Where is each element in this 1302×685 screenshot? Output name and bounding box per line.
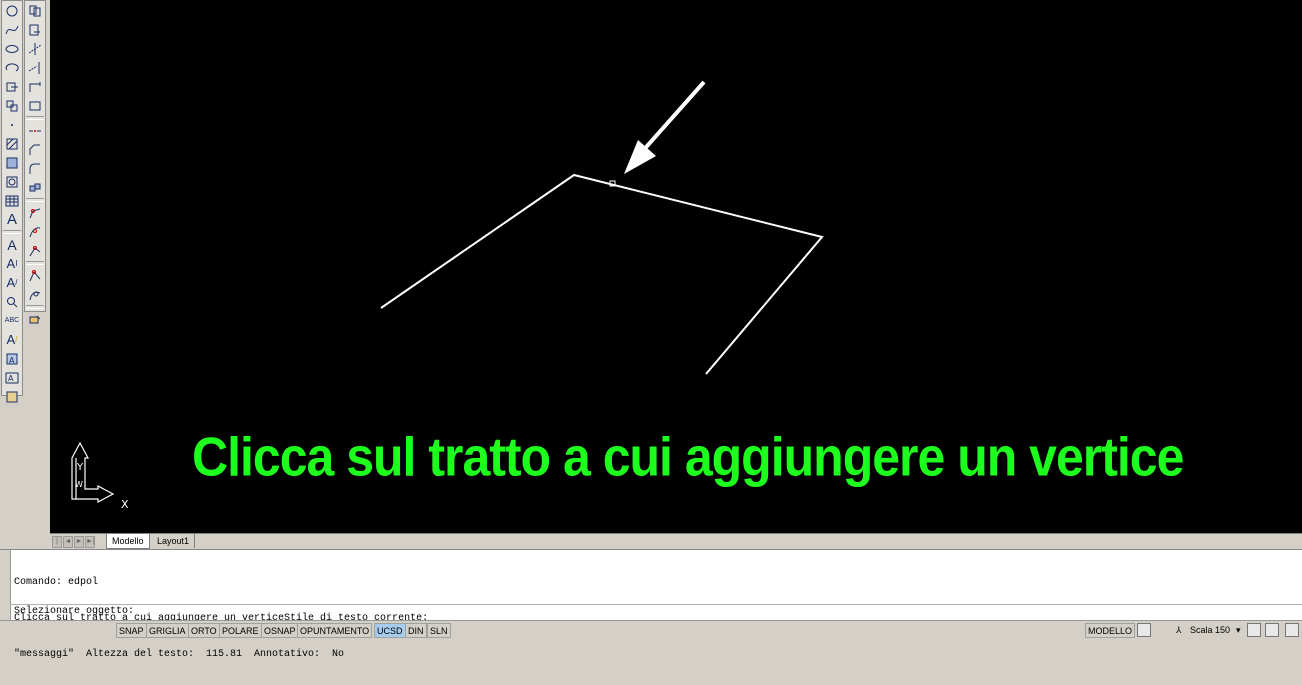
layout-tabs-bar: |◄ ◄ ► ►| Modello Layout1	[50, 533, 1302, 555]
arrow-head	[624, 140, 656, 174]
ellipse-icon[interactable]	[3, 40, 21, 57]
ellipse-arc-icon[interactable]	[3, 59, 21, 76]
circle-icon[interactable]	[3, 2, 21, 19]
left-toolbar: A A AI A / ABC A / A A	[0, 0, 50, 548]
tab-last-icon[interactable]: ►|	[85, 536, 95, 548]
text-style-icon[interactable]: A /	[3, 274, 21, 291]
snap-toggle[interactable]: SNAP	[116, 623, 147, 638]
tab-prev-icon[interactable]: ◄	[63, 536, 73, 548]
model-space-toggle[interactable]: MODELLO	[1085, 623, 1136, 638]
insert-block-icon[interactable]	[3, 78, 21, 95]
command-history-line: Comando: edpol	[14, 577, 99, 588]
osnap-toggle[interactable]: OSNAP	[261, 623, 299, 638]
din-toggle[interactable]: DIN	[405, 623, 427, 638]
chamfer-icon[interactable]	[26, 141, 44, 158]
table-icon[interactable]	[3, 192, 21, 209]
point-icon[interactable]	[3, 116, 21, 133]
hatch-icon[interactable]	[3, 135, 21, 152]
fillet-icon[interactable]	[26, 160, 44, 177]
drawing-canvas[interactable]: Y W X Clicca sul tratto a cui aggiungere…	[50, 0, 1302, 533]
multiline-text-icon[interactable]: A	[3, 211, 21, 228]
multiline-attr-icon[interactable]: A	[3, 369, 21, 386]
ucs-x-label: X	[121, 498, 129, 511]
workspace-gear-icon[interactable]	[1285, 623, 1299, 637]
instruction-text: Clicca sul tratto a cui aggiungere un ve…	[192, 426, 1184, 488]
modify-toolbar	[24, 0, 46, 323]
tab-layout1[interactable]: Layout1	[152, 534, 196, 548]
spline-edit-icon[interactable]	[26, 223, 44, 240]
break-icon[interactable]	[26, 78, 44, 95]
extend-icon[interactable]	[26, 59, 44, 76]
polyline-edit-icon[interactable]	[26, 204, 44, 221]
command-history-line: "messaggi" Altezza del testo: 115.81 Ann…	[14, 649, 345, 660]
tab-next-icon[interactable]: ►	[74, 536, 84, 548]
tab-modello[interactable]: Modello	[106, 534, 150, 549]
command-grip[interactable]	[0, 550, 11, 620]
annotation-visibility-icon[interactable]	[1247, 623, 1261, 637]
convert-icon[interactable]	[26, 311, 44, 328]
ucsd-toggle[interactable]: UCSD	[374, 623, 406, 638]
text-align-icon[interactable]: AI	[3, 255, 21, 272]
break-at-point-icon[interactable]	[26, 122, 44, 139]
command-prompt[interactable]: Selezionare oggetto:	[14, 606, 134, 617]
layout-view-icon[interactable]	[1137, 623, 1151, 637]
remove-vertex-icon[interactable]	[26, 286, 44, 303]
sln-toggle[interactable]: SLN	[427, 623, 451, 638]
ucs-w-label: W	[75, 480, 83, 489]
draw-toolbar: A A AI A / ABC A / A A	[1, 0, 23, 402]
find-replace-icon[interactable]	[3, 293, 21, 310]
command-history: Comando: edpol Clicca sul tratto a cui a…	[14, 553, 428, 685]
spell-check-icon[interactable]: ABC	[3, 312, 21, 329]
annotation-scale[interactable]: Scala 150	[1190, 623, 1230, 638]
trim-icon[interactable]	[26, 40, 44, 57]
status-bar: SNAP GRIGLIA ORTO POLARE OSNAP OPUNTAMEN…	[0, 620, 1302, 641]
stretch-icon[interactable]	[26, 21, 44, 38]
arrow-shaft	[638, 80, 706, 156]
add-vertex-icon[interactable]	[26, 267, 44, 284]
svg-text:A: A	[9, 356, 15, 365]
chevron-down-icon[interactable]: ▾	[1236, 623, 1241, 638]
copy-icon[interactable]	[26, 2, 44, 19]
svg-text:A: A	[8, 374, 14, 383]
griglia-toggle[interactable]: GRIGLIA	[146, 623, 189, 638]
text-edit-icon[interactable]: A /	[3, 331, 21, 348]
opuntamento-toggle[interactable]: OPUNTAMENTO	[297, 623, 373, 638]
join-icon[interactable]	[26, 97, 44, 114]
annotation-scale-icon[interactable]: ⅄	[1176, 623, 1182, 638]
region-icon[interactable]	[3, 173, 21, 190]
array-3d-icon[interactable]	[26, 179, 44, 196]
spline-icon[interactable]	[3, 21, 21, 38]
text-icon[interactable]: A	[3, 236, 21, 253]
polyline-entity[interactable]	[380, 173, 824, 375]
tab-first-icon[interactable]: |◄	[52, 536, 62, 555]
auto-scale-icon[interactable]	[1265, 623, 1279, 637]
field-icon[interactable]: A	[3, 350, 21, 367]
gradient-icon[interactable]	[3, 154, 21, 171]
ucs-y-label: Y	[76, 462, 84, 473]
vertex-edit-icon[interactable]	[26, 242, 44, 259]
orto-toggle[interactable]: ORTO	[188, 623, 220, 638]
make-block-icon[interactable]	[3, 97, 21, 114]
text-scale-icon[interactable]	[3, 388, 21, 405]
command-window: Comando: edpol Clicca sul tratto a cui a…	[0, 549, 1302, 660]
polare-toggle[interactable]: POLARE	[219, 623, 262, 638]
